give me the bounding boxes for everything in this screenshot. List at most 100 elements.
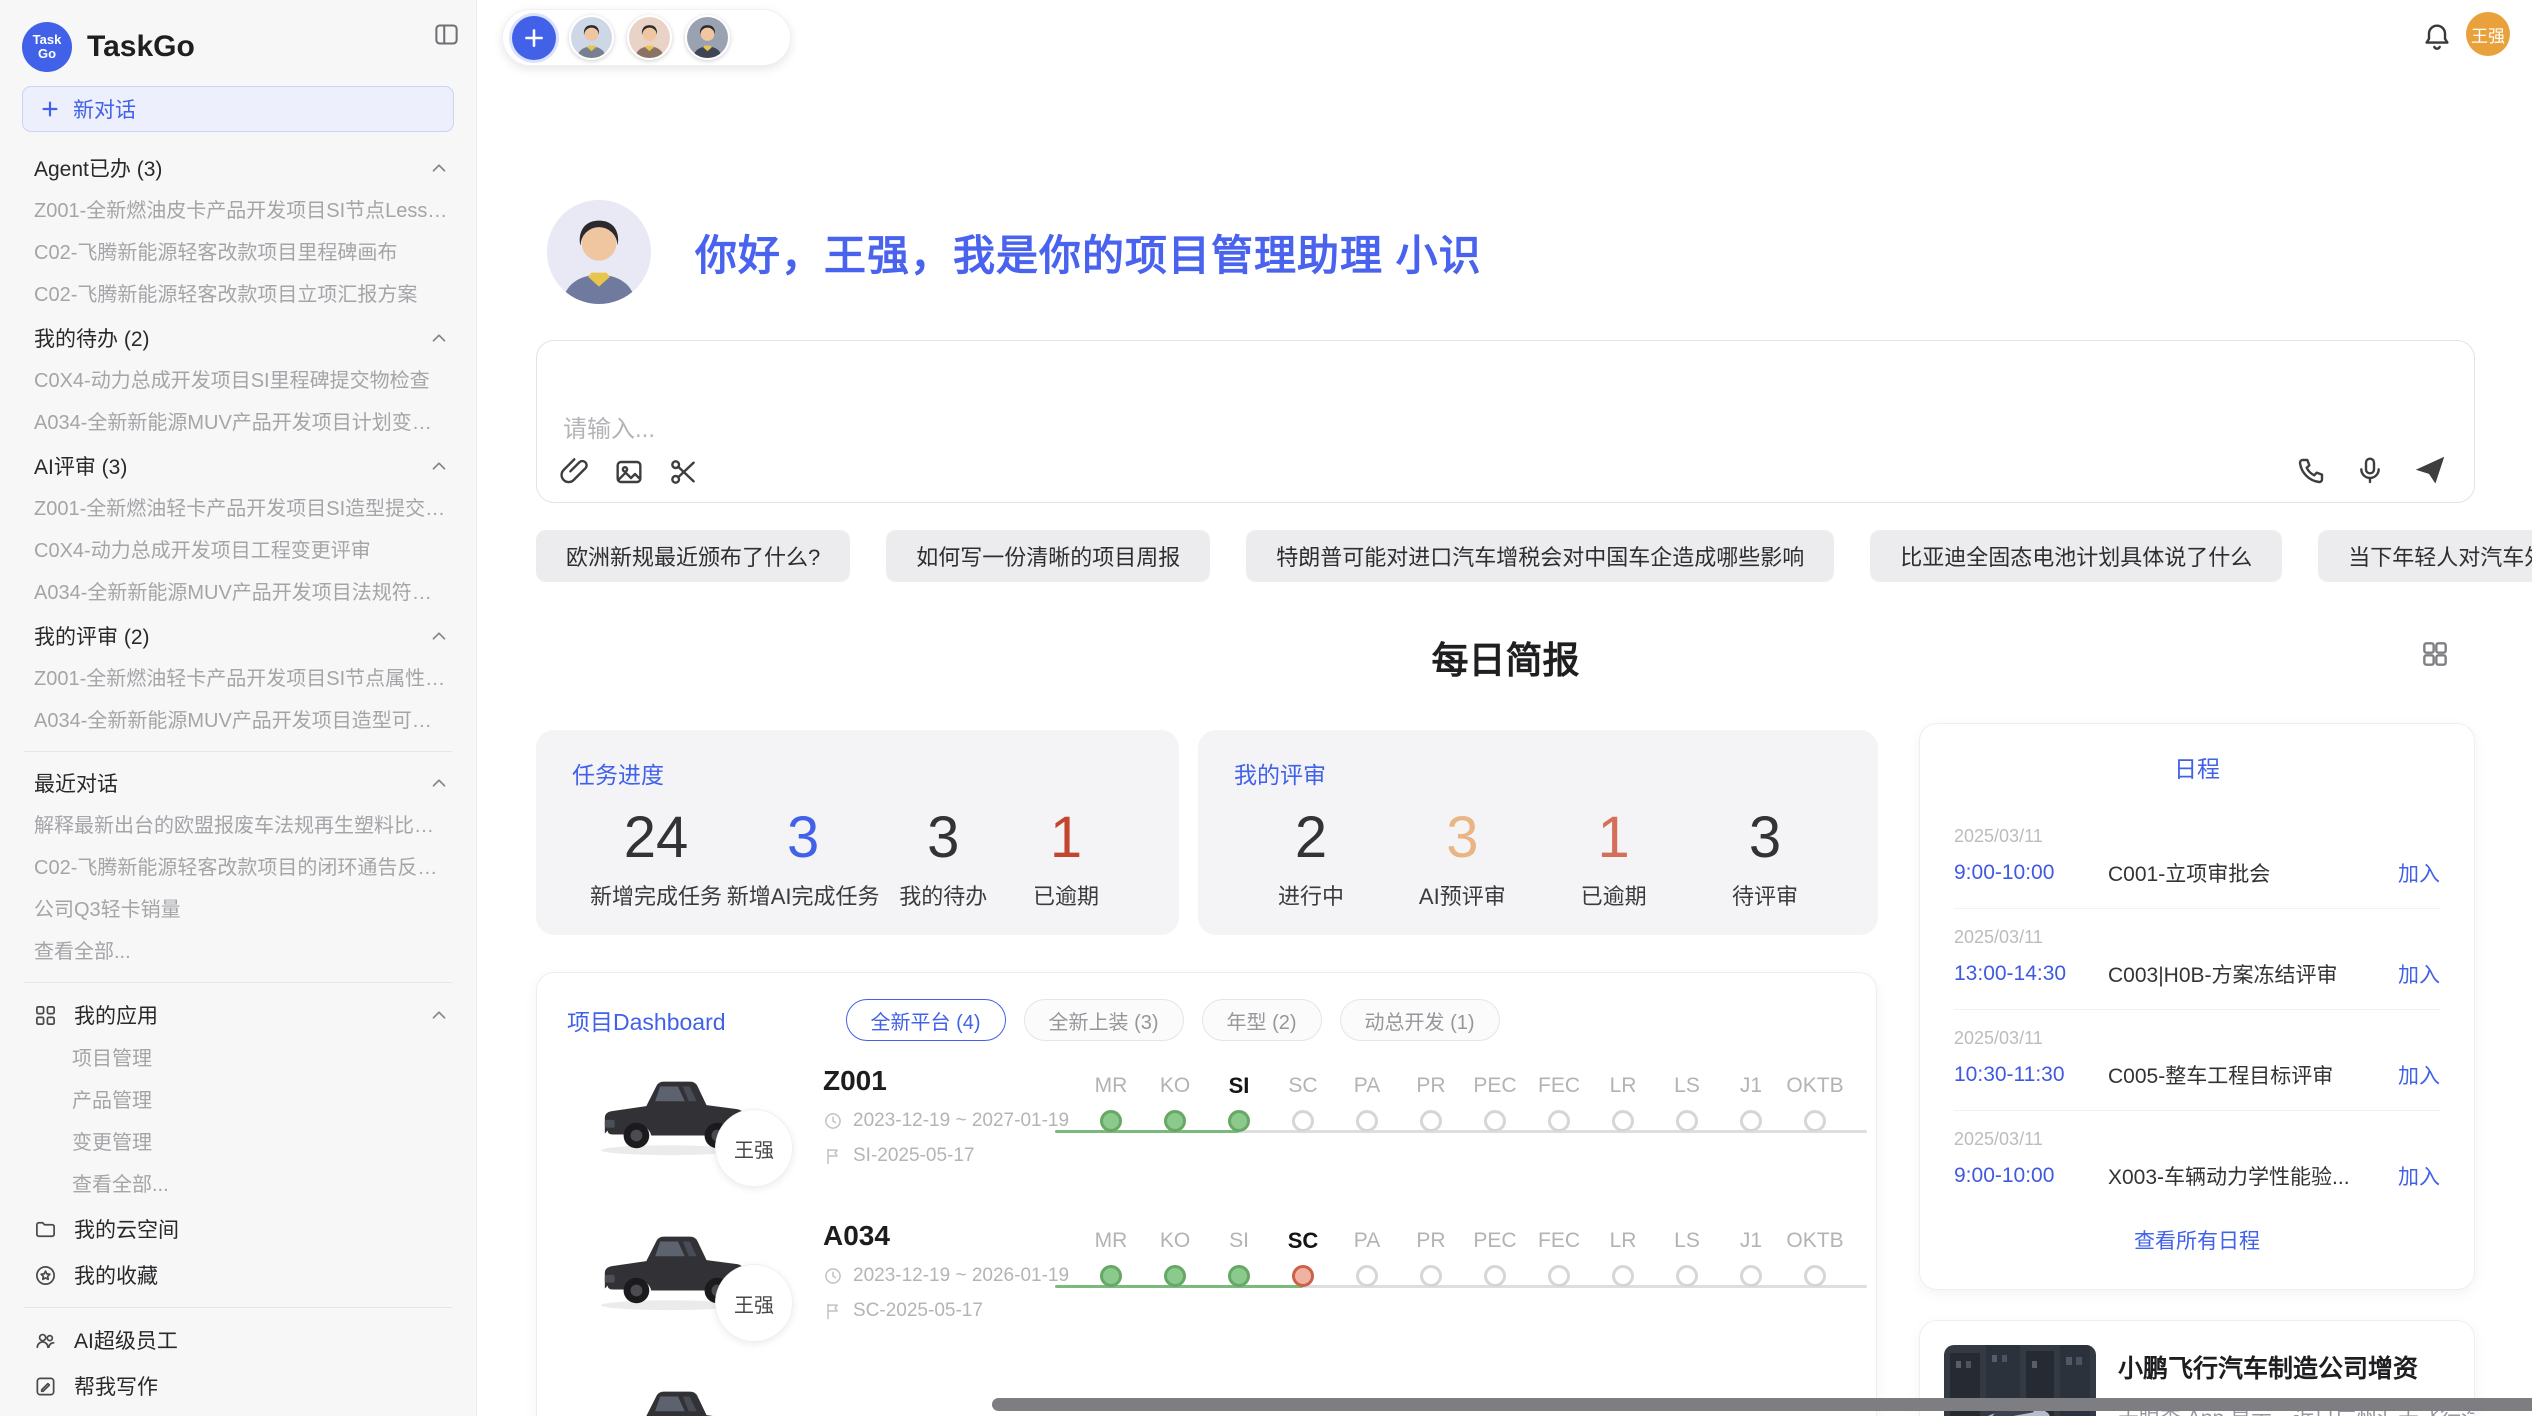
sidebar-header: Task Go TaskGo — [0, 16, 476, 84]
microphone-icon[interactable] — [2354, 454, 2386, 486]
sidebar-section-header[interactable]: Agent已办 (3) — [0, 146, 476, 190]
send-icon[interactable] — [2412, 452, 2448, 488]
sidebar-tool-write[interactable]: 帮我写作 — [0, 1363, 476, 1409]
sidebar-section-label: 我的评审 (2) — [34, 621, 150, 651]
project-row[interactable]: 王强A0342023-12-19 ~ 2026-01-19SC-2025-05-… — [567, 1212, 1846, 1364]
schedule-date: 2025/03/11 — [1954, 826, 2440, 847]
join-button[interactable]: 加入 — [2398, 1060, 2440, 1090]
milestone-label: LS — [1655, 1222, 1719, 1260]
milestone-label: MR — [1079, 1222, 1143, 1260]
sidebar-item[interactable]: A034-全新新能源MUV产品开发项目计划变更表编写 — [0, 402, 476, 444]
project-row[interactable]: 王强Z0012023-12-19 ~ 2027-01-19SI-2025-05-… — [567, 1057, 1846, 1209]
sidebar-section-header[interactable]: 我的待办 (2) — [0, 316, 476, 360]
sidebar-tool-pen[interactable]: 创意制图 — [0, 1409, 476, 1416]
sidebar-item[interactable]: C02-飞腾新能源轻客改款项目里程碑画布 — [0, 232, 476, 274]
project-owner-badge: 王强 — [715, 1264, 793, 1342]
sidebar-app-item[interactable]: 项目管理 — [0, 1038, 476, 1080]
sidebar-app-item[interactable]: 产品管理 — [0, 1080, 476, 1122]
project-info: Z0012023-12-19 ~ 2027-01-19SI-2025-05-17 — [823, 1065, 1069, 1167]
vehicle-image — [591, 1373, 749, 1416]
notifications-bell-icon[interactable] — [2421, 20, 2453, 54]
sidebar-section-header[interactable]: 我的评审 (2) — [0, 614, 476, 658]
my-reviews-card: 我的评审 2进行中3AI预评审1已逾期3待评审 — [1198, 730, 1878, 935]
suggestion-chip[interactable]: 当下年轻人对汽车外观有怎样的喜好趋势 — [2318, 530, 2532, 582]
divider — [24, 982, 452, 983]
layout-grid-icon[interactable] — [2419, 638, 2451, 670]
sidebar-item[interactable]: A034-全新新能源MUV产品开发项目法规符合性评审 — [0, 572, 476, 614]
clock-icon — [823, 1266, 843, 1286]
schedule-row: 13:00-14:30C003|H0B-方案冻结评审加入 — [1954, 959, 2440, 989]
join-button[interactable]: 加入 — [2398, 1161, 2440, 1191]
sidebar-item[interactable]: C02-飞腾新能源轻客改款项目的闭环通告反馈情况 — [0, 847, 476, 889]
milestone-label: SC — [1271, 1222, 1335, 1260]
sidebar-item-star[interactable]: 我的收藏 — [0, 1252, 476, 1298]
dashboard-tab[interactable]: 全新上装 (3) — [1024, 999, 1184, 1041]
sidebar-item[interactable]: 解释最新出台的欧盟报废车法规再生塑料比例被调至15%... — [0, 805, 476, 847]
sidebar-collapse-icon[interactable] — [433, 21, 460, 48]
user-avatar[interactable]: 王强 — [2466, 12, 2510, 56]
agent-avatar-2[interactable] — [627, 15, 672, 60]
sidebar-item[interactable]: C0X4-动力总成开发项目SI里程碑提交物检查 — [0, 360, 476, 402]
sidebar-section-header[interactable]: AI评审 (3) — [0, 444, 476, 488]
milestone: KO — [1143, 1067, 1207, 1132]
milestone-label: PEC — [1463, 1067, 1527, 1105]
dashboard-tab[interactable]: 年型 (2) — [1202, 999, 1322, 1041]
app-logo-line1: Task — [33, 33, 62, 47]
sidebar-item[interactable]: C02-飞腾新能源轻客改款项目立项汇报方案 — [0, 274, 476, 316]
view-all-schedule-link[interactable]: 查看所有日程 — [1954, 1225, 2440, 1255]
sidebar-app-item[interactable]: 查看全部... — [0, 1164, 476, 1206]
stat-label: AI预评审 — [1403, 879, 1521, 911]
sidebar-item-folder[interactable]: 我的云空间 — [0, 1206, 476, 1252]
milestone: FEC — [1527, 1067, 1591, 1132]
suggestion-chip[interactable]: 如何写一份清晰的项目周报 — [886, 530, 1210, 582]
project-milestone-date: SI-2025-05-17 — [853, 1145, 974, 1167]
attach-icon[interactable] — [559, 456, 591, 488]
join-button[interactable]: 加入 — [2398, 959, 2440, 989]
sidebar-item[interactable]: C0X4-动力总成开发项目工程变更评审 — [0, 530, 476, 572]
dashboard-tab[interactable]: 全新平台 (4) — [846, 999, 1006, 1041]
milestone-dot — [1548, 1110, 1570, 1132]
dashboard-tab[interactable]: 动总开发 (1) — [1340, 999, 1500, 1041]
milestone-label: KO — [1143, 1067, 1207, 1105]
sidebar-item[interactable]: 查看全部... — [0, 931, 476, 973]
stat-label: 已逾期 — [1007, 879, 1125, 911]
sidebar-tool-people[interactable]: AI超级员工 — [0, 1317, 476, 1363]
phone-call-icon[interactable] — [2296, 454, 2328, 486]
sidebar-item[interactable]: Z001-全新燃油轻卡产品开发项目SI节点属性5D文件评审 — [0, 658, 476, 700]
milestone-dot — [1100, 1110, 1122, 1132]
scissors-icon[interactable] — [667, 456, 699, 488]
schedule-time: 10:30-11:30 — [1954, 1063, 2104, 1087]
milestone-track: MRKOSISCPAPRPECFECLRLSJ1OKTB — [1079, 1067, 1847, 1177]
sidebar-section-header[interactable]: 最近对话 — [0, 761, 476, 805]
suggestion-chip[interactable]: 特朗普可能对进口汽车增税会对中国车企造成哪些影响 — [1246, 530, 1834, 582]
sidebar-item[interactable]: A034-全新新能源MUV产品开发项目造型可行性评审 — [0, 700, 476, 742]
stats-row: 24新增完成任务3新增AI完成任务3我的待办1已逾期 — [572, 808, 1143, 911]
milestone-dot — [1676, 1265, 1698, 1287]
sidebar-item-my-apps[interactable]: 我的应用 — [0, 992, 476, 1038]
suggestion-chip[interactable]: 比亚迪全固态电池计划具体说了什么 — [1870, 530, 2282, 582]
schedule-row: 9:00-10:00C001-立项审批会加入 — [1954, 858, 2440, 888]
sidebar-app-item[interactable]: 变更管理 — [0, 1122, 476, 1164]
suggestion-chip[interactable]: 欧洲新规最近颁布了什么? — [536, 530, 850, 582]
milestone-dot — [1420, 1110, 1442, 1132]
image-icon[interactable] — [613, 456, 645, 488]
stat-label: 进行中 — [1252, 879, 1370, 911]
chat-input[interactable]: 请输入... — [536, 340, 2475, 503]
milestone: SI — [1207, 1067, 1271, 1132]
project-flag: SI-2025-05-17 — [823, 1145, 1069, 1167]
agent-avatar-1[interactable] — [569, 15, 614, 60]
milestone-dot — [1612, 1110, 1634, 1132]
milestone-label: PR — [1399, 1222, 1463, 1260]
plus-icon — [39, 98, 61, 120]
sidebar-item[interactable]: Z001-全新燃油皮卡产品开发项目SI节点Lesson Learn报告 — [0, 190, 476, 232]
join-button[interactable]: 加入 — [2398, 858, 2440, 888]
agent-avatar-3[interactable] — [685, 15, 730, 60]
milestone: SI — [1207, 1222, 1271, 1287]
add-agent-button[interactable] — [512, 16, 556, 60]
horizontal-scrollbar-thumb[interactable] — [992, 1398, 2532, 1411]
sidebar-item[interactable]: Z001-全新燃油轻卡产品开发项目SI造型提交物评审 — [0, 488, 476, 530]
project-list: 王强 Z0012023-12-19 ~ 2027-01-19SI-2025-05-… — [567, 1057, 1846, 1416]
chevron-up-icon — [428, 625, 450, 647]
sidebar-item[interactable]: 公司Q3轻卡销量 — [0, 889, 476, 931]
new-chat-button[interactable]: 新对话 — [22, 86, 454, 132]
